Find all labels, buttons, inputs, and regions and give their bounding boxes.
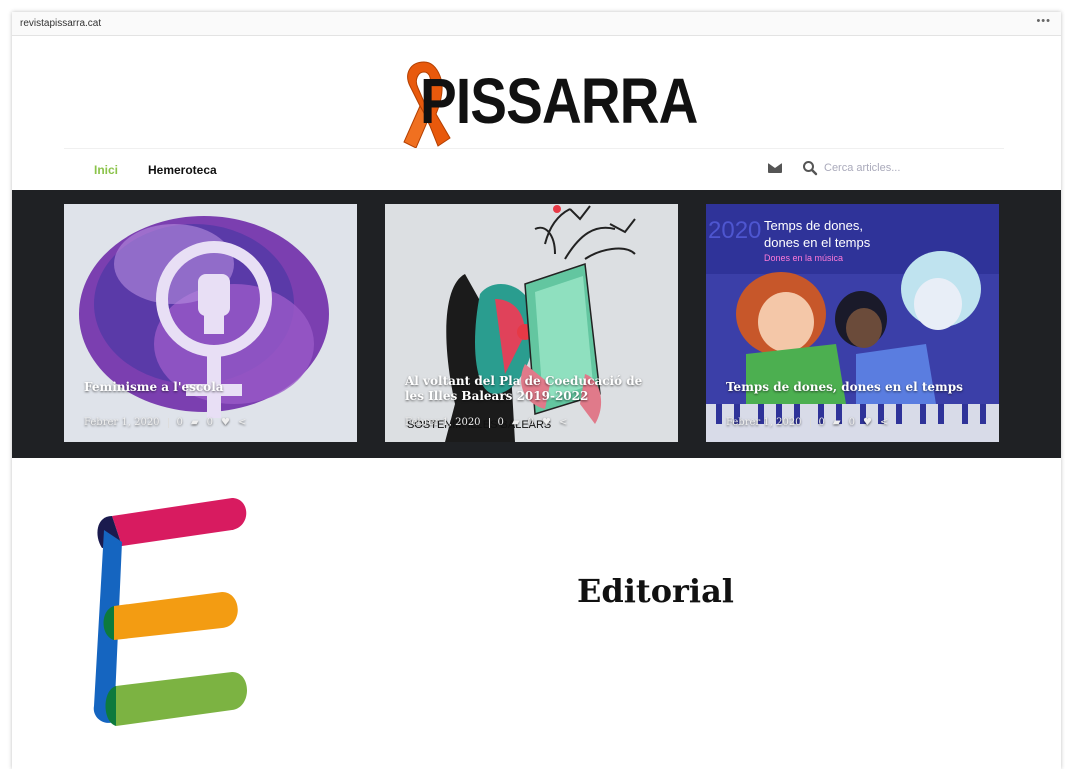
- share-icon[interactable]: <: [559, 417, 567, 428]
- card-meta: Febrer 1, 2020 0 ▰ 0 ♥ <: [405, 417, 567, 428]
- featured-card[interactable]: Feminisme a l'escola Febrer 1, 2020 0 ▰ …: [64, 204, 357, 442]
- like-count: 0: [848, 417, 855, 428]
- card-title[interactable]: Feminisme a l'escola: [84, 380, 337, 395]
- featured-slider: Feminisme a l'escola Febrer 1, 2020 0 ▰ …: [12, 190, 1061, 458]
- divider: [809, 417, 811, 428]
- card-meta: Febrer 1, 2020 0 ▰ 0 ♥ <: [84, 417, 246, 428]
- nav-item-hemeroteca[interactable]: Hemeroteca: [148, 163, 217, 177]
- like-count: 0: [206, 417, 213, 428]
- heart-icon[interactable]: ♥: [542, 417, 551, 428]
- mail-icon[interactable]: [768, 163, 782, 173]
- section-title: Editorial: [577, 572, 734, 610]
- divider: [488, 417, 490, 428]
- card-meta: Febrer 1, 2020 0 ▰ 0 ♥ <: [726, 417, 888, 428]
- browser-window: revistapissarra.cat ••• PISSARRA Inici H…: [12, 12, 1061, 769]
- address-bar[interactable]: revistapissarra.cat •••: [12, 12, 1061, 36]
- more-dots-icon[interactable]: •••: [1036, 15, 1051, 27]
- logo-wordmark: PISSARRA: [420, 65, 698, 137]
- editorial-e-logo[interactable]: [82, 486, 252, 736]
- comment-icon[interactable]: ▰: [191, 417, 199, 428]
- comment-count: 0: [176, 417, 183, 428]
- image-year: 2020: [708, 217, 761, 244]
- divider: [167, 417, 169, 428]
- share-icon[interactable]: <: [880, 417, 888, 428]
- card-title[interactable]: Temps de dones, dones en el temps: [726, 380, 979, 395]
- heart-icon[interactable]: ♥: [221, 417, 230, 428]
- comment-icon[interactable]: ▰: [833, 417, 841, 428]
- share-icon[interactable]: <: [238, 417, 246, 428]
- women-in-music-image: 2020 Temps de dones, dones en el temps D…: [706, 204, 999, 442]
- card-date: Febrer 1, 2020: [405, 417, 481, 428]
- main-navigation: Inici Hemeroteca: [64, 148, 1004, 188]
- feminism-symbol-image: [64, 204, 357, 442]
- comment-icon[interactable]: ▰: [512, 417, 520, 428]
- svg-text:Temps de dones,: Temps de dones,: [764, 218, 863, 233]
- featured-card[interactable]: SOSTENIM ILLES BALEARS Al voltant del Pl…: [385, 204, 678, 442]
- search-input[interactable]: [824, 158, 994, 178]
- like-count: 0: [527, 417, 534, 428]
- card-title[interactable]: Al voltant del Pla de Coeducació de les …: [405, 374, 658, 404]
- url-text[interactable]: revistapissarra.cat: [20, 18, 101, 29]
- card-date: Febrer 1, 2020: [726, 417, 802, 428]
- coeducation-plan-image: SOSTENIM ILLES BALEARS: [385, 204, 678, 442]
- search-icon[interactable]: [802, 160, 818, 176]
- heart-icon[interactable]: ♥: [863, 417, 872, 428]
- comment-count: 0: [497, 417, 504, 428]
- image-subtitle: Dones en la música: [764, 253, 843, 263]
- nav-item-inici[interactable]: Inici: [94, 163, 118, 177]
- svg-text:dones en el temps: dones en el temps: [764, 235, 871, 250]
- card-date: Febrer 1, 2020: [84, 417, 160, 428]
- featured-card[interactable]: 2020 Temps de dones, dones en el temps D…: [706, 204, 999, 442]
- site-logo[interactable]: PISSARRA: [390, 56, 698, 152]
- comment-count: 0: [818, 417, 825, 428]
